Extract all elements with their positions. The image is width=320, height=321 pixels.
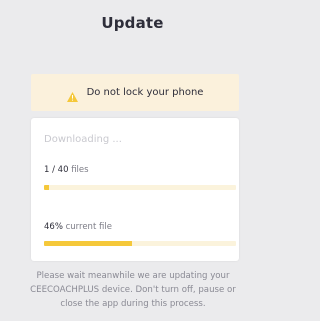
warning-banner: Do not lock your phone [31,74,239,111]
download-status: Downloading ... [44,134,122,145]
info-message: Please wait meanwhile we are updating yo… [30,271,236,309]
files-unit: files [71,165,89,175]
page-title: Update [101,14,164,32]
current-file-progress-bar [44,241,236,246]
warning-text: Do not lock your phone [86,87,204,98]
current-file-progress-fill [44,241,133,246]
warning-triangle-icon [66,87,78,102]
current-file-percent: 46% [44,222,63,232]
files-progress-label: 1 / 40 files [44,165,89,175]
current-file-label: current file [65,222,112,232]
progress-card: Downloading ... 1 / 40 files 46% current… [31,118,239,261]
files-progress-fill [44,185,49,190]
update-screen: Update Do not lock your phone Downloadin… [0,0,265,321]
files-count: 1 / 40 [44,165,69,175]
current-file-progress-label: 46% current file [44,222,112,232]
files-progress-bar [44,185,236,190]
